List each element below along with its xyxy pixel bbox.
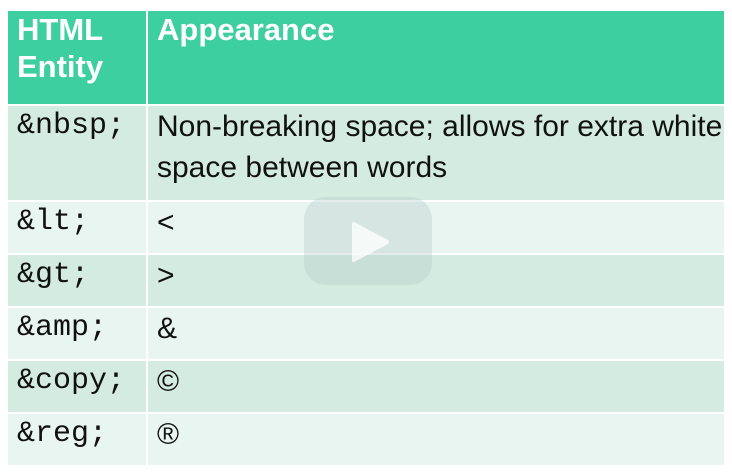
- video-play-button[interactable]: [304, 197, 432, 285]
- header-appearance: Appearance: [147, 11, 724, 106]
- table-row: &nbsp; Non-breaking space; allows for ex…: [8, 105, 724, 202]
- slide-frame: HTML Entity Appearance &nbsp; Non-breaki…: [0, 0, 732, 474]
- appearance-cell: ®: [147, 413, 724, 467]
- appearance-cell: >: [147, 254, 724, 308]
- appearance-cell: ©: [147, 360, 724, 414]
- table-row: &reg; ®: [8, 413, 724, 467]
- header-html-entity: HTML Entity: [8, 11, 148, 106]
- entity-cell: &amp;: [8, 307, 148, 361]
- table-header-row: HTML Entity Appearance: [8, 11, 724, 106]
- play-icon: [352, 221, 389, 263]
- appearance-cell: <: [147, 201, 724, 255]
- entity-cell: &gt;: [8, 254, 148, 308]
- appearance-cell: Non-breaking space; allows for extra whi…: [147, 105, 724, 202]
- appearance-cell: &: [147, 307, 724, 361]
- table-row: &copy; ©: [8, 360, 724, 414]
- entity-cell: &nbsp;: [8, 105, 148, 202]
- table-row: &amp; &: [8, 307, 724, 361]
- entity-cell: &reg;: [8, 413, 148, 467]
- entity-cell: &lt;: [8, 201, 148, 255]
- entity-cell: &copy;: [8, 360, 148, 414]
